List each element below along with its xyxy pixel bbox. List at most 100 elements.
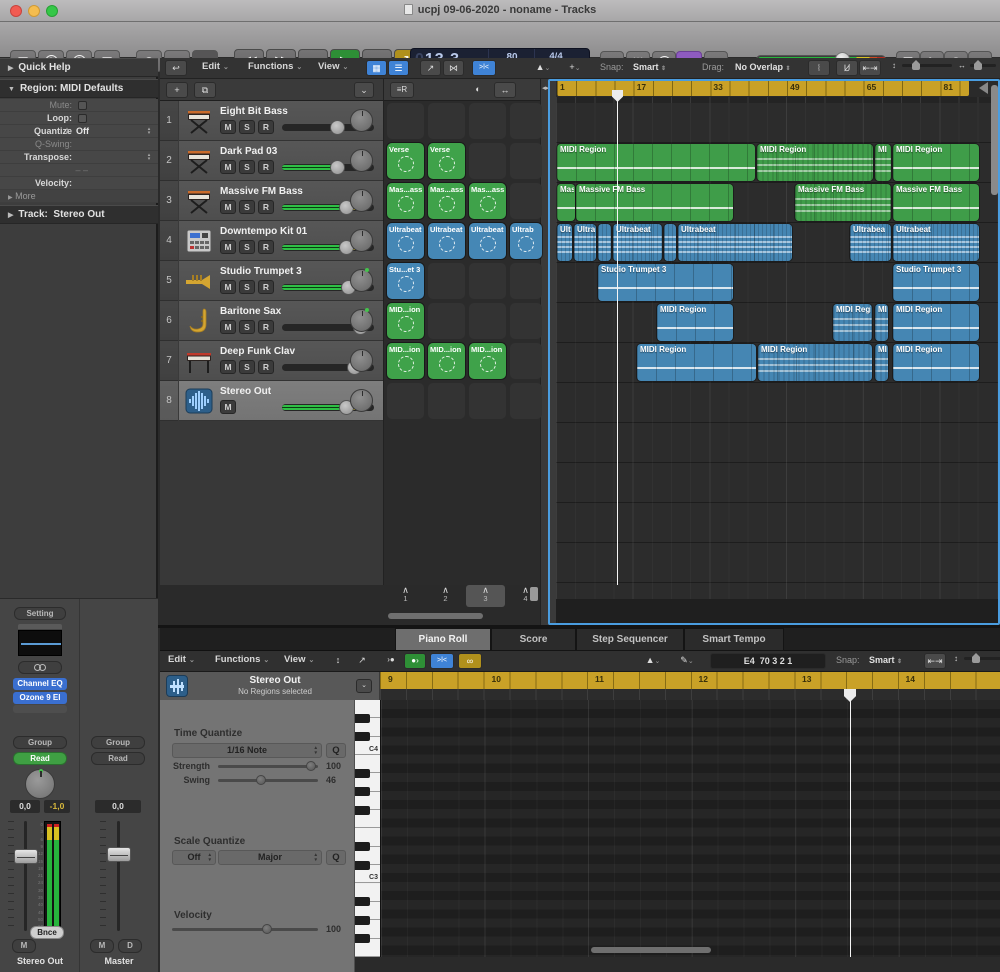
solo-button[interactable]: S bbox=[239, 240, 255, 254]
grid-width-button[interactable]: ↔ bbox=[494, 82, 516, 98]
black-key[interactable] bbox=[355, 842, 370, 851]
region-ultr[interactable]: Ultr bbox=[557, 224, 572, 261]
editor-bar-ruler[interactable]: 91011121314 bbox=[380, 672, 1000, 689]
black-key[interactable] bbox=[355, 806, 370, 815]
region-mi[interactable]: MI bbox=[875, 304, 888, 341]
region-ultrabea[interactable]: Ultrabea bbox=[850, 224, 891, 261]
loop-slot[interactable] bbox=[428, 103, 465, 139]
track-header-deep-funk-clav[interactable]: 7Deep Funk ClavMSR bbox=[160, 341, 383, 381]
region-param-loop-[interactable]: Loop: bbox=[0, 112, 158, 125]
loop-cell-verse[interactable]: Verse bbox=[387, 143, 424, 179]
mute-button[interactable]: M bbox=[220, 200, 236, 214]
volume-value-2[interactable]: 0,0 bbox=[95, 800, 141, 813]
secondary-tool-menu[interactable]: +⌄ bbox=[562, 60, 588, 76]
volume-value-1[interactable]: 0,0 bbox=[10, 800, 40, 813]
loop-slot[interactable] bbox=[469, 263, 506, 299]
view-menu[interactable]: View⌄ bbox=[318, 61, 348, 72]
track-header-studio-trumpet-3[interactable]: 5Studio Trumpet 3MSR bbox=[160, 261, 383, 301]
mute-button-strip2[interactable]: M bbox=[90, 939, 114, 953]
loop-cell-ultrabeat[interactable]: Ultrabeat bbox=[428, 223, 465, 259]
scale-root-menu[interactable]: Off▴▾ bbox=[172, 850, 216, 865]
region-param-q-swing-[interactable]: Q-Swing: bbox=[0, 138, 158, 151]
editor-edit-menu[interactable]: Edit⌄ bbox=[168, 654, 195, 665]
pan-knob[interactable] bbox=[350, 189, 373, 212]
track-header-massive-fm-bass[interactable]: 3Massive FM BassMSR bbox=[160, 181, 383, 221]
solo-button[interactable]: S bbox=[239, 280, 255, 294]
param-checkbox[interactable] bbox=[78, 114, 87, 123]
param-checkbox[interactable] bbox=[78, 101, 87, 110]
loop-slot[interactable] bbox=[469, 303, 506, 339]
editor-header-menu[interactable]: ⌄ bbox=[356, 679, 372, 693]
region-midi-regi[interactable]: MIDI Regi bbox=[833, 304, 872, 341]
mute-button[interactable]: M bbox=[220, 320, 236, 334]
automation-mode-button-2[interactable]: Read bbox=[91, 752, 145, 765]
loop-cell-mid-ion[interactable]: MID...ion bbox=[469, 343, 506, 379]
stereo-format-button[interactable] bbox=[18, 661, 62, 674]
region-param-quantize[interactable]: Quantize▴▾Off▴▾ bbox=[0, 125, 158, 138]
vertical-auto-zoom-button[interactable]: Ꞹ bbox=[836, 60, 858, 76]
region-midi-region[interactable]: MIDI Region bbox=[657, 304, 733, 341]
loop-slot[interactable] bbox=[510, 303, 542, 339]
scene-trigger-4[interactable]: ∧4 bbox=[506, 585, 545, 607]
region-more-row[interactable]: ▶ More bbox=[0, 190, 158, 203]
loop-cell-ultrabeat[interactable]: Ultrabeat bbox=[387, 223, 424, 259]
black-key[interactable] bbox=[355, 934, 370, 943]
black-key[interactable] bbox=[355, 769, 370, 778]
eq-thumbnail[interactable] bbox=[18, 630, 62, 656]
loop-slot[interactable] bbox=[469, 103, 506, 139]
region-studio-trumpet-3[interactable]: Studio Trumpet 3 bbox=[893, 264, 979, 301]
record-enable-button[interactable]: R bbox=[258, 240, 274, 254]
editor-view-menu[interactable]: View⌄ bbox=[284, 654, 314, 665]
solo-button[interactable]: S bbox=[239, 120, 255, 134]
loop-cell-mid-ion[interactable]: MID...ion bbox=[387, 343, 424, 379]
region-inspector-header[interactable]: ▼Region: MIDI Defaults bbox=[0, 79, 158, 98]
automation-mode-button-1[interactable]: Read bbox=[13, 752, 67, 765]
black-key[interactable] bbox=[355, 916, 370, 925]
mute-button-strip1[interactable]: M bbox=[12, 939, 36, 953]
track-name[interactable]: Dark Pad 03 bbox=[220, 146, 277, 157]
pan-knob[interactable] bbox=[350, 269, 373, 292]
mute-button[interactable]: M bbox=[220, 160, 236, 174]
link-button[interactable]: ∞ bbox=[458, 653, 482, 669]
loop-slot[interactable] bbox=[510, 383, 542, 419]
loop-slot[interactable] bbox=[387, 383, 424, 419]
pan-knob[interactable] bbox=[350, 109, 373, 132]
param-stepper-right[interactable]: ▴▾ bbox=[146, 127, 152, 135]
loop-cell-mid-ion[interactable]: MID...ion bbox=[387, 303, 424, 339]
loop-cell-ultrab[interactable]: Ultrab bbox=[510, 223, 542, 259]
track-inspector-header[interactable]: ▶Track: Stereo Out bbox=[0, 205, 158, 224]
dim-button-strip2[interactable]: D bbox=[118, 939, 142, 953]
tab-score[interactable]: Score bbox=[491, 628, 576, 651]
track-name[interactable]: Studio Trumpet 3 bbox=[220, 266, 302, 277]
mute-button[interactable]: M bbox=[220, 400, 236, 414]
region-midi-region[interactable]: MIDI Region bbox=[557, 144, 755, 181]
region-midi-region[interactable]: MIDI Region bbox=[893, 144, 979, 181]
performance-button[interactable]: ◐ bbox=[468, 82, 488, 98]
mute-button[interactable]: M bbox=[220, 240, 236, 254]
midi-in-button[interactable]: ›● bbox=[380, 653, 402, 669]
region-param-transpose-[interactable]: Transpose:▴▾ bbox=[0, 151, 158, 164]
catch-playhead-button[interactable]: >ǀ< bbox=[472, 60, 496, 76]
group-button-1[interactable]: Group bbox=[13, 736, 67, 749]
editor-pointer-tool[interactable]: ▲⌄ bbox=[640, 653, 666, 669]
split-button[interactable]: ↕ bbox=[328, 653, 348, 669]
track-name[interactable]: Stereo Out bbox=[220, 386, 271, 397]
track-name[interactable]: Deep Funk Clav bbox=[220, 346, 295, 357]
editor-functions-menu[interactable]: Functions⌄ bbox=[215, 654, 269, 665]
loop-cell-verse[interactable]: Verse bbox=[428, 143, 465, 179]
volume-knob[interactable] bbox=[330, 120, 345, 135]
timeline-vertical-scrollbar[interactable] bbox=[991, 85, 998, 195]
pan-knob-1[interactable] bbox=[25, 769, 55, 799]
strength-slider[interactable] bbox=[218, 765, 318, 768]
pointer-tool-menu[interactable]: ▲⌄ bbox=[530, 60, 556, 76]
region-midi-region[interactable]: MIDI Region bbox=[893, 344, 979, 381]
region-ultrabeat[interactable]: Ultrabeat bbox=[678, 224, 792, 261]
param-stepper[interactable]: ▴▾ bbox=[64, 127, 70, 135]
scale-quantize-apply-button[interactable]: Q bbox=[326, 850, 346, 865]
editor-pencil-tool[interactable]: ✎⌄ bbox=[674, 653, 700, 669]
horizontal-zoom-slider[interactable] bbox=[970, 64, 996, 67]
loop-slot[interactable] bbox=[510, 343, 542, 379]
add-track-button[interactable]: + bbox=[166, 82, 188, 98]
region-ultrab[interactable]: Ultrab bbox=[574, 224, 596, 261]
tab-piano-roll[interactable]: Piano Roll bbox=[395, 628, 491, 651]
